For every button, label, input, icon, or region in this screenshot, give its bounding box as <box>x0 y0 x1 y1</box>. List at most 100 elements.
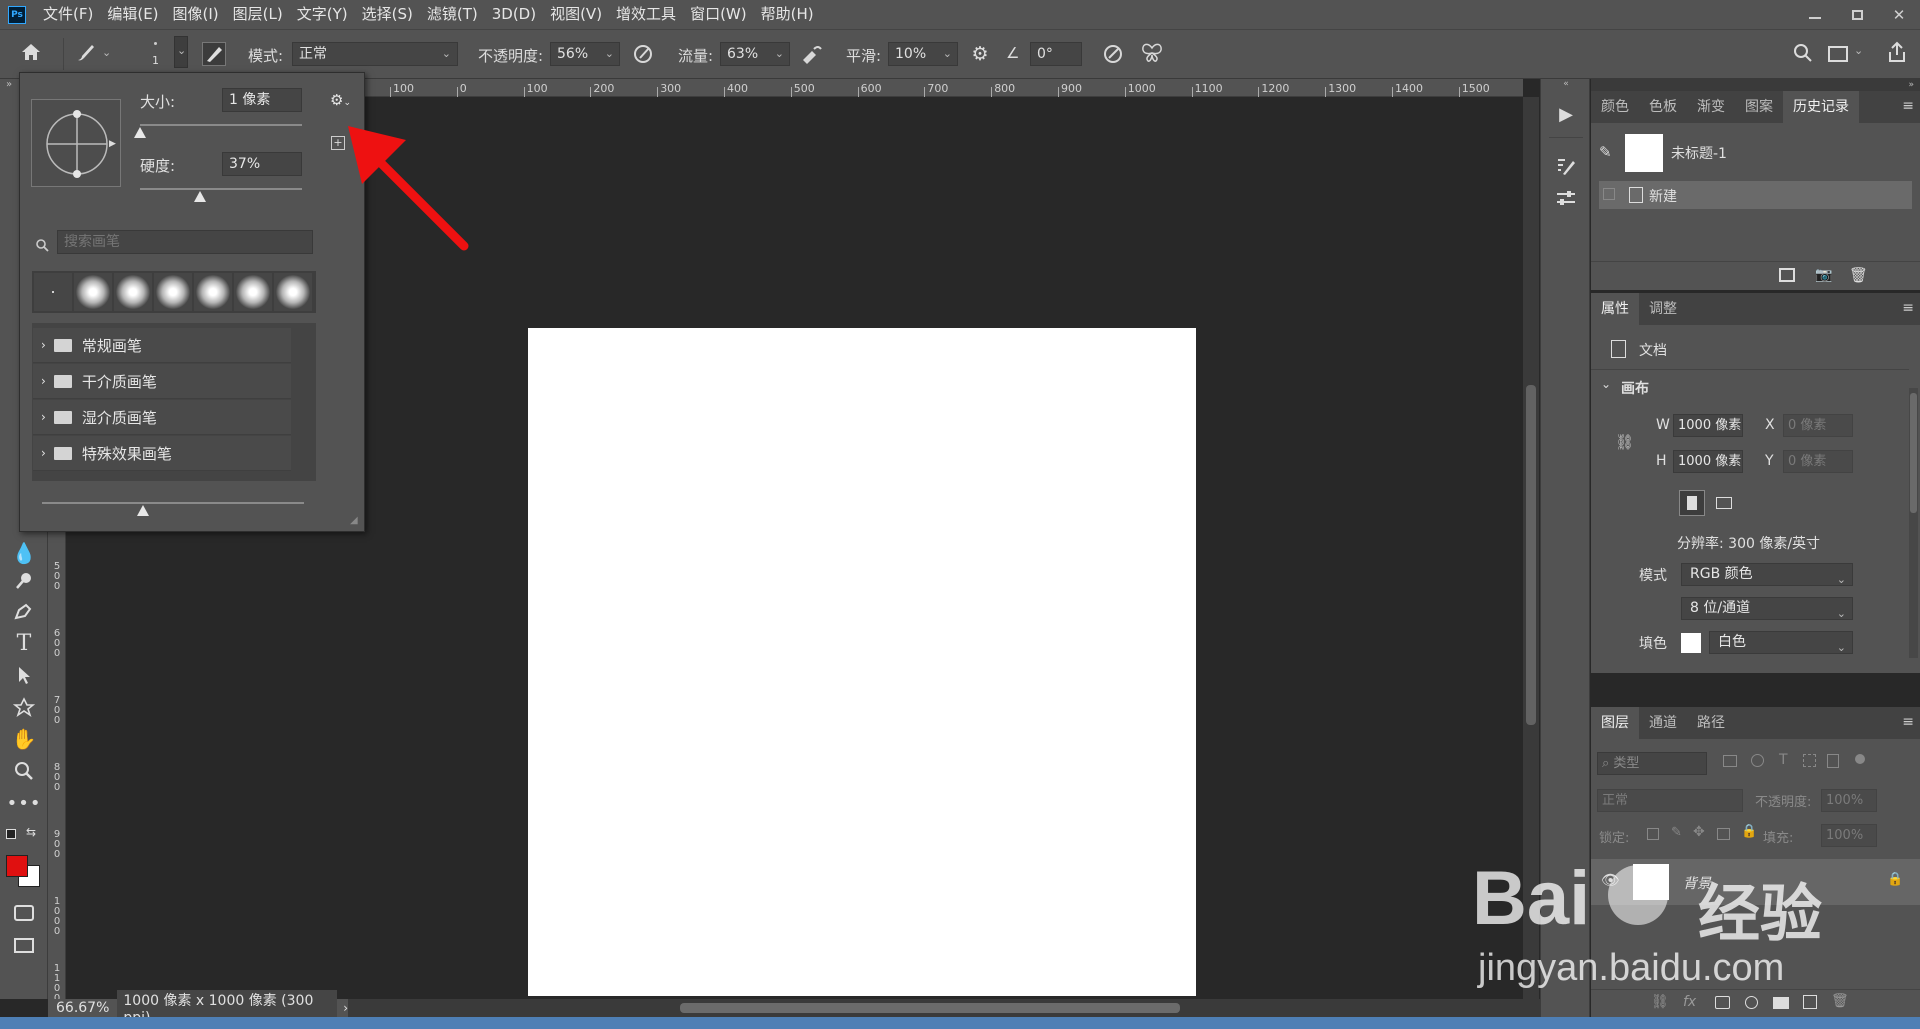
menu-3d[interactable]: 3D(D) <box>485 0 543 29</box>
tab-swatches[interactable]: 色板 <box>1639 91 1687 123</box>
layer-row-background[interactable]: 👁 背景 🔒 <box>1591 859 1920 905</box>
blur-tool[interactable]: 💧 <box>8 539 40 567</box>
preview-expand-icon[interactable]: ▶ <box>109 139 116 149</box>
hand-tool[interactable]: ✋ <box>8 725 40 753</box>
menu-view[interactable]: 视图(V) <box>543 0 609 29</box>
pressure-opacity-button[interactable] <box>632 43 656 67</box>
adjustments-panel-button[interactable] <box>1553 185 1579 211</box>
tab-adjustments[interactable]: 调整 <box>1639 293 1687 325</box>
document-canvas[interactable] <box>528 328 1196 996</box>
size-field[interactable]: 1 像素 <box>222 88 302 112</box>
toolbar-collapse-icon[interactable]: » <box>6 79 12 90</box>
lock-image-icon[interactable]: ✎ <box>1671 825 1682 840</box>
pressure-size-button[interactable] <box>1102 43 1126 67</box>
fx-icon[interactable]: fx <box>1683 994 1696 1010</box>
brush-tip-preview[interactable] <box>31 99 121 187</box>
tab-color[interactable]: 颜色 <box>1591 91 1639 123</box>
default-colors-icon[interactable] <box>6 829 16 839</box>
layer-opacity-field[interactable]: 100% <box>1821 789 1877 812</box>
preview-size-slider-thumb[interactable] <box>137 505 149 516</box>
share-button[interactable] <box>1886 40 1910 66</box>
brush-panel-settings-button[interactable]: ⚙⌄ <box>330 91 351 109</box>
smoothing-options-button[interactable]: ⚙ <box>968 43 992 67</box>
menu-filter[interactable]: 滤镜(T) <box>420 0 485 29</box>
menu-edit[interactable]: 编辑(E) <box>100 0 165 29</box>
eye-icon[interactable]: 👁 <box>1601 871 1620 889</box>
x-field[interactable]: 0 像素 <box>1783 414 1853 437</box>
fill-dropdown[interactable]: 白色 ⌄ <box>1709 631 1853 654</box>
home-button[interactable] <box>20 42 46 66</box>
tab-properties[interactable]: 属性 <box>1591 293 1639 325</box>
brush-preset-soft-4[interactable] <box>194 273 232 311</box>
tab-paths[interactable]: 路径 <box>1687 707 1735 739</box>
search-button[interactable] <box>1792 42 1816 66</box>
brush-tool-preset-button[interactable]: ⌄ <box>74 42 114 66</box>
lock-all-icon[interactable]: 🔒 <box>1741 824 1757 839</box>
bit-depth-dropdown[interactable]: 8 位/通道 ⌄ <box>1681 597 1853 620</box>
menu-type[interactable]: 文字(Y) <box>290 0 355 29</box>
menu-help[interactable]: 帮助(H) <box>754 0 821 29</box>
width-field[interactable]: 1000 像素 <box>1673 414 1743 437</box>
camera-icon[interactable]: 📷 <box>1815 267 1832 283</box>
trash-icon[interactable]: 🗑 <box>1849 266 1868 284</box>
panel-menu-icon[interactable]: ≡ <box>1902 714 1914 730</box>
shape-tool[interactable] <box>8 693 40 721</box>
new-group-icon[interactable] <box>1773 997 1789 1009</box>
brush-settings-toggle[interactable] <box>202 42 226 66</box>
menu-plugins[interactable]: 增效工具 <box>609 0 683 29</box>
properties-scroll-thumb[interactable] <box>1910 393 1917 513</box>
panel-collapse-icon[interactable]: » <box>1591 79 1920 91</box>
blend-mode-dropdown[interactable]: 正常 <box>1597 789 1743 812</box>
history-state-checkbox[interactable] <box>1603 188 1615 200</box>
folder-dry-media-brushes[interactable]: › 干介质画笔 <box>33 364 291 399</box>
airbrush-button[interactable] <box>800 43 826 67</box>
horizontal-scroll-thumb[interactable] <box>680 1003 1180 1013</box>
vertical-scroll-thumb[interactable] <box>1526 385 1536 725</box>
dodge-tool[interactable] <box>8 567 40 595</box>
zoom-level[interactable]: 66.67% <box>48 1000 117 1016</box>
chevron-right-icon[interactable]: › <box>343 1001 348 1015</box>
symmetry-button[interactable] <box>1140 42 1166 68</box>
folder-general-brushes[interactable]: › 常规画笔 <box>33 328 291 363</box>
brush-preset-soft-5[interactable] <box>234 273 272 311</box>
filter-adjustment-icon[interactable] <box>1751 754 1764 767</box>
hardness-slider-thumb[interactable] <box>193 191 206 202</box>
quick-mask-button[interactable] <box>8 899 40 927</box>
restore-button[interactable] <box>1836 0 1878 29</box>
hardness-slider-track[interactable] <box>140 188 302 190</box>
history-brush-source-icon[interactable]: ✎ <box>1599 143 1612 161</box>
mode-dropdown[interactable]: 正常 ⌄ <box>292 42 458 66</box>
path-selection-tool[interactable] <box>8 661 40 689</box>
filter-shape-icon[interactable] <box>1803 754 1816 767</box>
screen-mode-button[interactable] <box>8 931 40 959</box>
flow-field[interactable]: 63% ⌄ <box>720 42 790 66</box>
color-mode-dropdown[interactable]: RGB 颜色 ⌄ <box>1681 563 1853 586</box>
panel-menu-icon[interactable]: ≡ <box>1902 98 1914 114</box>
lock-position-icon[interactable]: ✥ <box>1693 824 1705 840</box>
tab-history[interactable]: 历史记录 <box>1783 91 1859 123</box>
folder-wet-media-brushes[interactable]: › 湿介质画笔 <box>33 400 291 435</box>
menu-image[interactable]: 图像(I) <box>166 0 226 29</box>
layer-fill-field[interactable]: 100% <box>1821 824 1877 847</box>
swap-colors-icon[interactable]: ⇆ <box>26 825 36 839</box>
y-field[interactable]: 0 像素 <box>1783 450 1853 473</box>
filter-pixel-icon[interactable] <box>1723 755 1737 767</box>
add-mask-icon[interactable] <box>1715 996 1730 1009</box>
size-slider-track[interactable] <box>140 124 302 126</box>
opacity-field[interactable]: 56% ⌄ <box>550 42 620 66</box>
close-button[interactable]: ✕ <box>1878 0 1920 29</box>
filter-smart-object-icon[interactable] <box>1827 754 1839 768</box>
menu-layer[interactable]: 图层(L) <box>226 0 290 29</box>
new-layer-icon[interactable] <box>1803 995 1817 1009</box>
brush-preset-soft-1[interactable] <box>74 273 112 311</box>
menu-window[interactable]: 窗口(W) <box>683 0 754 29</box>
brush-preset-soft-6[interactable] <box>274 273 312 311</box>
panel-menu-icon[interactable]: ≡ <box>1902 300 1914 316</box>
tab-channels[interactable]: 通道 <box>1639 707 1687 739</box>
pen-tool[interactable] <box>8 597 40 625</box>
lock-artboard-icon[interactable] <box>1717 828 1730 840</box>
tab-layers[interactable]: 图层 <box>1591 707 1639 739</box>
history-item-new[interactable]: 新建 <box>1599 181 1912 209</box>
angle-field[interactable]: 0° <box>1030 42 1082 66</box>
actions-panel-button[interactable]: ▶ <box>1553 101 1579 127</box>
